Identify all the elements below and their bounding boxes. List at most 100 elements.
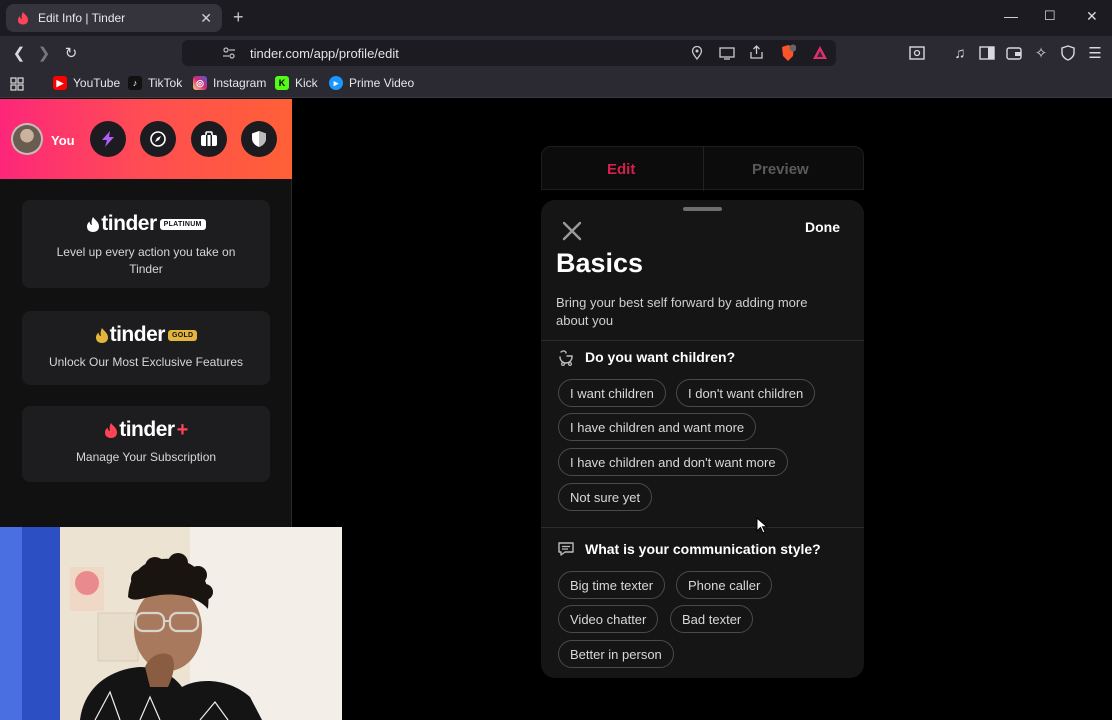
option-chip[interactable]: I have children and don't want more [558, 448, 788, 476]
compass-icon [150, 131, 166, 147]
url-text: tinder.com/app/profile/edit [250, 46, 399, 61]
bookmark-label: Kick [295, 76, 318, 90]
tab-close-icon[interactable]: ✕ [200, 10, 212, 27]
brand-name: tinder [119, 418, 175, 441]
platinum-badge: PLATINUM [159, 218, 206, 230]
card-description: Manage Your Subscription [75, 450, 217, 464]
location-icon[interactable] [690, 46, 704, 60]
option-chip[interactable]: Phone caller [676, 571, 773, 599]
webcam-overlay [0, 527, 342, 720]
option-chip[interactable]: I have children and want more [558, 413, 757, 441]
gold-badge: GOLD [167, 329, 198, 341]
communication-question: What is your communication style? [557, 540, 821, 558]
tab-preview[interactable]: Preview [752, 161, 809, 178]
drag-handle[interactable] [683, 207, 722, 211]
mouse-cursor-icon [756, 517, 768, 534]
address-bar[interactable]: tinder.com/app/profile/edit [182, 40, 836, 66]
divider [541, 340, 864, 341]
plus-badge: + [176, 418, 189, 441]
option-chip[interactable]: Better in person [558, 640, 674, 668]
back-icon[interactable]: ❮ [10, 44, 28, 62]
avatar[interactable] [11, 123, 43, 155]
webcam-feed-image [0, 527, 342, 720]
sidebar-header: You [0, 99, 292, 179]
media-icon[interactable]: ♫ [951, 44, 969, 62]
basics-modal: Done Basics Bring your best self forward… [541, 200, 864, 678]
menu-icon[interactable]: ☰ [1086, 44, 1104, 62]
tiktok-icon: ♪ [128, 76, 142, 90]
sidebar-toggle-icon[interactable] [978, 44, 996, 62]
cast-icon[interactable] [719, 46, 735, 60]
tinder-platinum-logo: tinder PLATINUM [22, 200, 270, 236]
bookmark-youtube[interactable]: ▶ YouTube [53, 76, 120, 90]
shield-icon [252, 131, 266, 147]
apps-grid-icon[interactable] [10, 77, 24, 91]
site-settings-icon[interactable] [222, 46, 236, 60]
card-description: Unlock Our Most Exclusive Features [48, 355, 244, 369]
option-chip[interactable]: Video chatter [558, 605, 659, 633]
share-icon[interactable] [749, 45, 765, 60]
bookmark-instagram[interactable]: ◎ Instagram [193, 76, 266, 90]
kick-icon: K [275, 76, 289, 90]
vpn-icon[interactable] [1059, 44, 1077, 62]
option-chip[interactable]: Bad texter [670, 605, 754, 633]
explore-button[interactable] [140, 121, 176, 157]
boost-button[interactable] [90, 121, 126, 157]
platinum-card[interactable]: tinder PLATINUM Level up every action yo… [22, 200, 270, 288]
divider [541, 527, 864, 528]
option-chip[interactable]: I don't want children [676, 379, 816, 407]
browser-tab-tinder[interactable]: Edit Info | Tinder ✕ [6, 4, 222, 32]
window-close-icon[interactable]: ✕ [1086, 8, 1098, 25]
bookmark-tiktok[interactable]: ♪ TikTok [128, 76, 182, 90]
brand-name: tinder [101, 212, 157, 235]
tab-title: Edit Info | Tinder [38, 11, 126, 25]
prime-video-icon: ▸ [329, 76, 343, 90]
bookmark-label: Prime Video [349, 76, 415, 90]
new-tab-icon[interactable]: + [233, 7, 244, 28]
bookmark-label: Instagram [213, 76, 267, 90]
bookmark-kick[interactable]: K Kick [275, 76, 318, 90]
lightning-icon [102, 131, 114, 147]
tab-divider [703, 147, 704, 191]
question-label: What is your communication style? [585, 541, 821, 557]
bookmark-prime-video[interactable]: ▸ Prime Video [329, 76, 414, 90]
reader-mode-icon[interactable] [908, 44, 926, 62]
brave-shields-icon[interactable] [780, 44, 796, 62]
option-chip[interactable]: Not sure yet [558, 483, 653, 511]
instagram-icon: ◎ [193, 76, 207, 90]
browser-tab-strip: Edit Info | Tinder ✕ + — ☐ ✕ [0, 0, 1112, 36]
children-question: Do you want children? [557, 348, 735, 366]
close-icon[interactable] [561, 220, 583, 242]
maximize-icon[interactable]: ☐ [1044, 8, 1056, 24]
question-label: Do you want children? [585, 349, 736, 365]
chat-icon [558, 542, 574, 556]
modal-description: Bring your best self forward by adding m… [556, 295, 808, 328]
flame-icon [87, 216, 100, 232]
gold-card[interactable]: tinder GOLD Unlock Our Most Exclusive Fe… [22, 311, 270, 385]
briefcase-icon [201, 131, 217, 146]
bookmarks-bar: ▶ YouTube ♪ TikTok ◎ Instagram K Kick ▸ … [0, 70, 1112, 98]
brave-rewards-icon[interactable] [812, 45, 828, 60]
forward-icon[interactable]: ❯ [35, 44, 53, 62]
option-chip[interactable]: I want children [558, 379, 666, 407]
plus-card[interactable]: tinder + Manage Your Subscription [22, 406, 270, 482]
leo-ai-icon[interactable]: ✧ [1032, 44, 1050, 62]
youtube-icon: ▶ [53, 76, 67, 90]
reload-icon[interactable]: ↻ [62, 44, 80, 62]
profile-link[interactable]: You [51, 133, 75, 148]
tab-edit[interactable]: Edit [607, 161, 635, 178]
tinder-gold-logo: tinder GOLD [22, 311, 270, 347]
matches-button[interactable] [191, 121, 227, 157]
browser-toolbar: ❮ ❯ ↻ tinder.com/app/profile/edit ♫ ✧ ☰ [0, 36, 1112, 70]
flame-icon [95, 327, 108, 343]
tinder-flame-icon [18, 12, 28, 25]
option-chip[interactable]: Big time texter [558, 571, 666, 599]
wallet-icon[interactable] [1005, 44, 1023, 62]
minimize-icon[interactable]: — [1004, 8, 1018, 24]
bookmark-label: TikTok [148, 76, 183, 90]
bookmark-label: YouTube [73, 76, 121, 90]
safety-button[interactable] [241, 121, 277, 157]
done-button[interactable]: Done [805, 219, 840, 235]
baby-icon [559, 350, 573, 366]
modal-title: Basics [556, 248, 644, 278]
